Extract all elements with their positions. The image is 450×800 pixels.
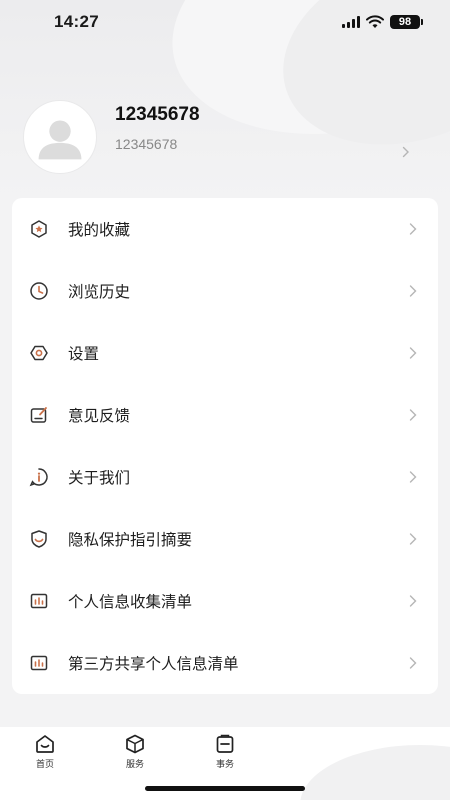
clipboard-icon (216, 734, 234, 753)
menu-item-personal-info-list[interactable]: 个人信息收集清单 (12, 570, 438, 632)
chevron-right-icon (409, 223, 417, 235)
wifi-icon (366, 15, 384, 28)
chevron-right-icon (409, 471, 417, 483)
menu-item-label: 浏览历史 (68, 283, 131, 301)
feedback-edit-icon (29, 405, 49, 425)
battery-icon: 98 (390, 15, 423, 29)
tab-label: 事务 (215, 760, 234, 770)
chevron-right-icon (409, 347, 417, 359)
menu-item-label: 第三方共享个人信息清单 (68, 655, 239, 673)
menu-item-favorites[interactable]: 我的收藏 (12, 198, 438, 260)
menu-item-label: 关于我们 (68, 469, 131, 487)
menu-item-label: 个人信息收集清单 (68, 593, 193, 611)
tab-label: 服务 (125, 760, 144, 770)
clock-icon (29, 281, 49, 301)
menu-item-label: 意见反馈 (68, 407, 131, 425)
chevron-right-icon (409, 595, 417, 607)
avatar[interactable] (23, 100, 97, 174)
tab-label: 首页 (35, 760, 54, 770)
menu-item-third-party-sharing[interactable]: 第三方共享个人信息清单 (12, 632, 438, 694)
bar-chart-icon (29, 591, 49, 611)
menu-item-label: 我的收藏 (68, 221, 131, 239)
menu-item-feedback[interactable]: 意见反馈 (12, 384, 438, 446)
profile-header[interactable]: 12345678 12345678 (0, 90, 450, 180)
menu-item-privacy-summary[interactable]: 隐私保护指引摘要 (12, 508, 438, 570)
gear-icon (29, 343, 49, 363)
chevron-right-icon (409, 409, 417, 421)
status-time: 14:27 (54, 12, 99, 31)
menu-item-history[interactable]: 浏览历史 (12, 260, 438, 322)
star-badge-icon (29, 219, 49, 239)
profile-id: 12345678 (115, 136, 178, 152)
box-icon (126, 734, 144, 754)
chevron-right-icon (409, 285, 417, 297)
chevron-right-icon (409, 533, 417, 545)
signal-icon (342, 16, 360, 28)
home-icon (36, 735, 54, 753)
menu-item-settings[interactable]: 设置 (12, 322, 438, 384)
menu-item-label: 隐私保护指引摘要 (68, 531, 193, 549)
bar-chart-icon (29, 653, 49, 673)
menu-item-label: 设置 (68, 345, 100, 363)
status-icons: 98 (342, 15, 423, 29)
chevron-right-icon[interactable] (402, 146, 410, 158)
home-indicator (145, 786, 305, 791)
menu-card: 我的收藏 浏览历史 设置 意见反馈 关于我们 隐私保护指引摘要 个人信息收集清单… (12, 198, 438, 694)
battery-level: 98 (398, 16, 412, 28)
menu-item-about[interactable]: 关于我们 (12, 446, 438, 508)
user-avatar-icon (38, 120, 82, 160)
tab-services[interactable]: 服务 (115, 733, 155, 770)
info-icon (29, 467, 49, 487)
tab-home[interactable]: 首页 (25, 733, 65, 770)
tab-affairs[interactable]: 事务 (205, 733, 245, 770)
status-bar: 14:27 98 (0, 0, 450, 44)
chevron-right-icon (409, 657, 417, 669)
shield-icon (29, 529, 49, 549)
profile-name: 12345678 (115, 104, 200, 125)
